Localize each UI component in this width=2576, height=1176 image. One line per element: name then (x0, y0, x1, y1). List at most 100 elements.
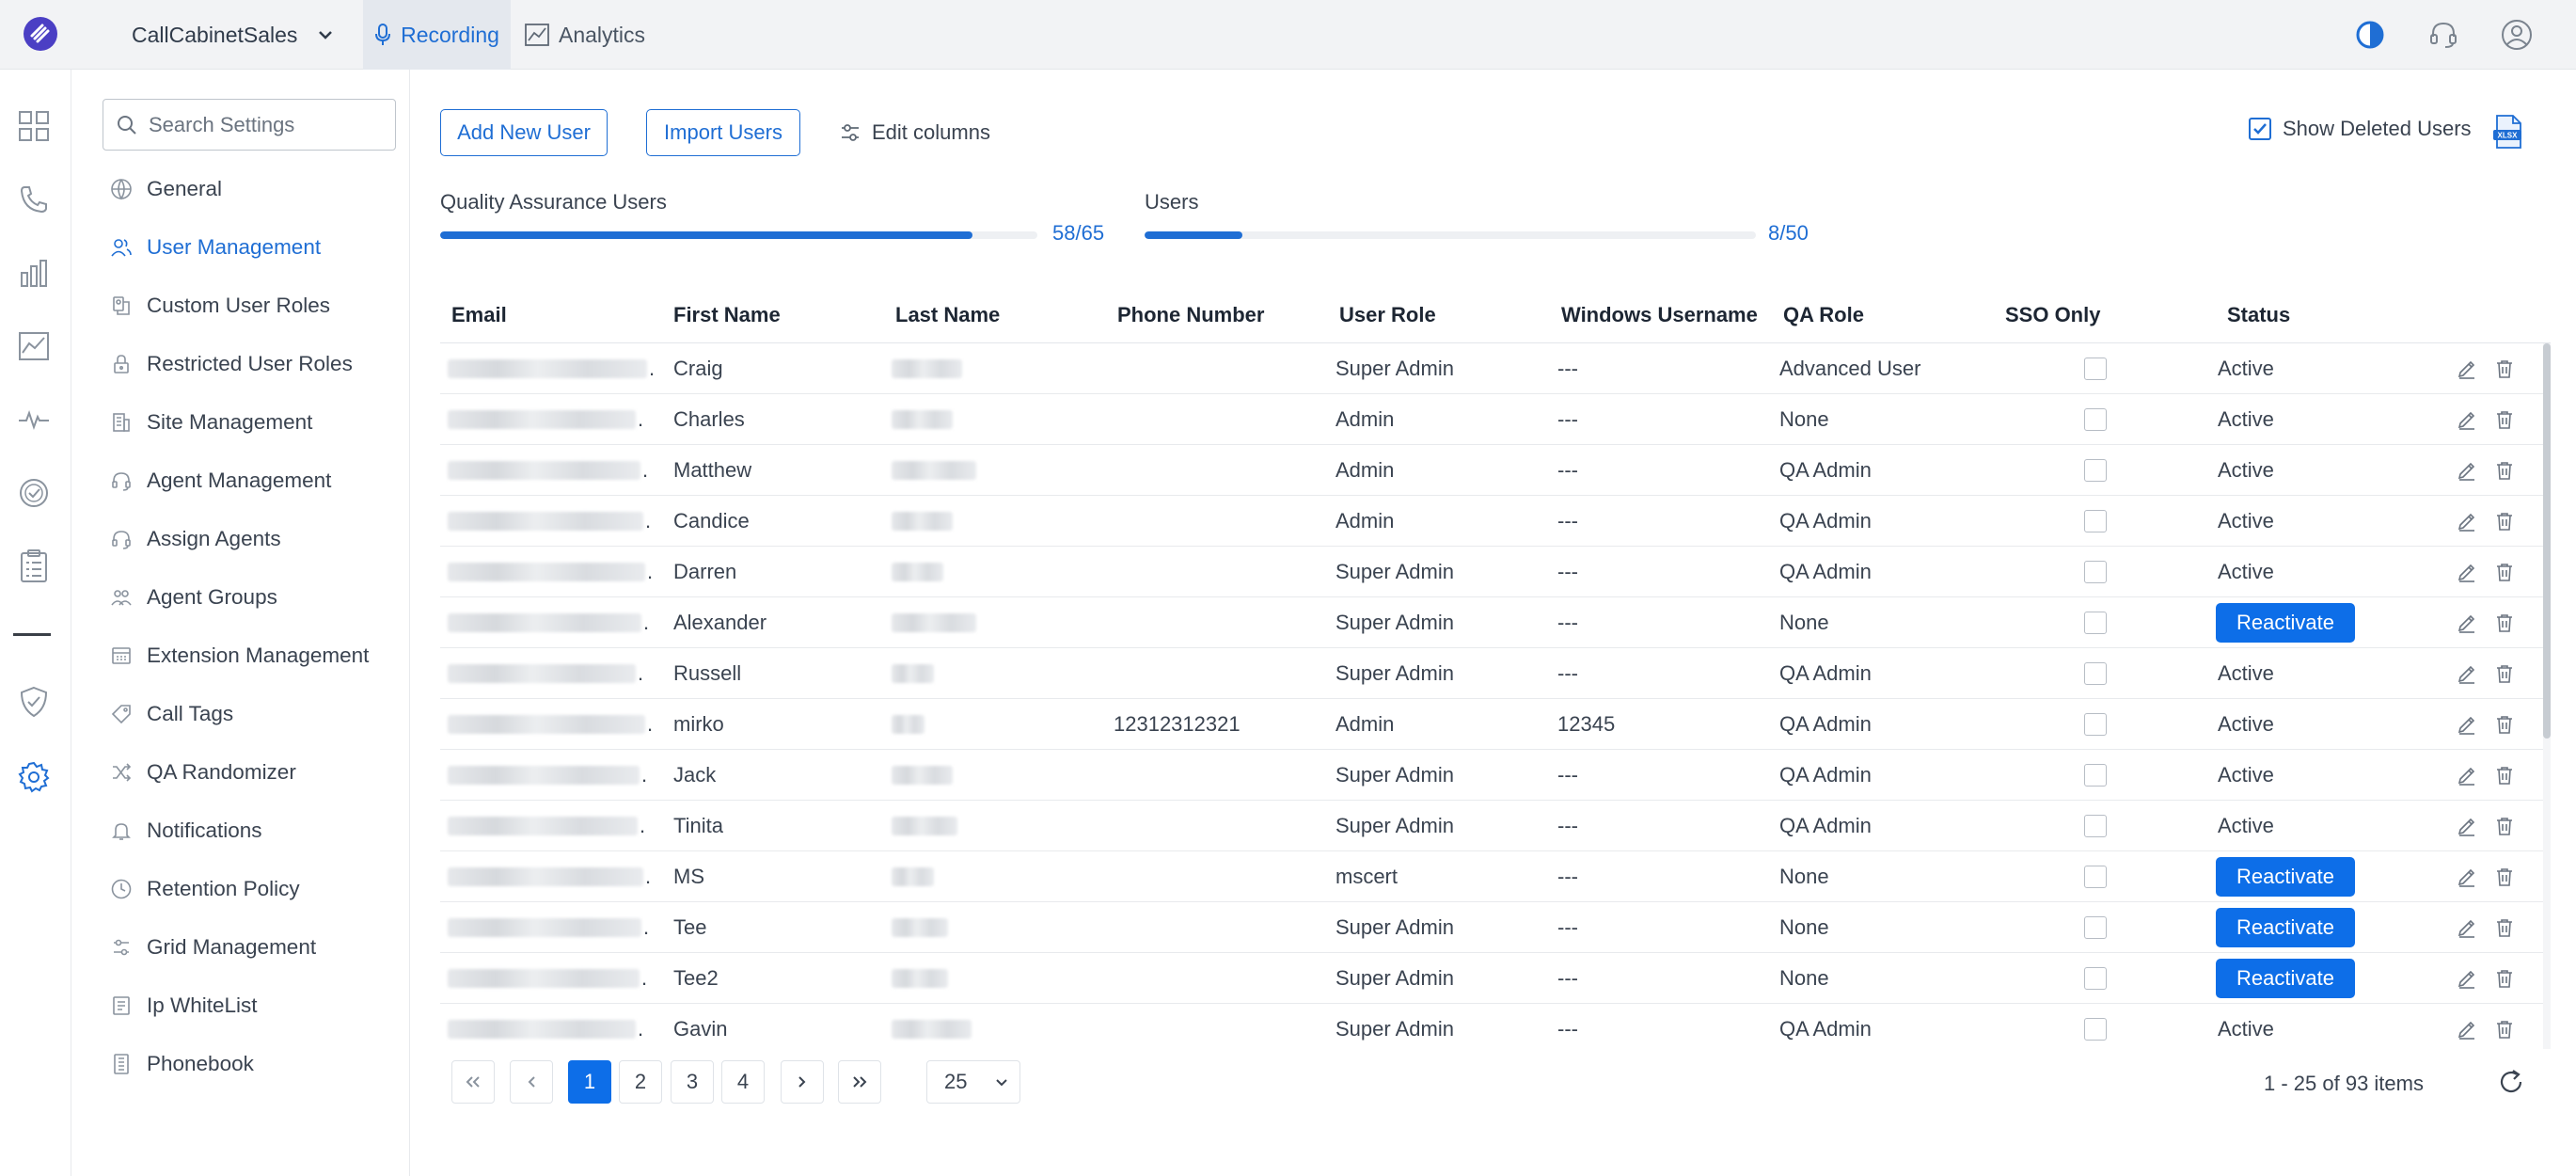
edit-pencil-icon[interactable] (2456, 815, 2478, 837)
settings-item-custom-user-roles[interactable]: Custom User Roles (109, 287, 330, 325)
column-header-sso-only[interactable]: SSO Only (2005, 287, 2100, 343)
bar-chart-icon[interactable] (15, 254, 53, 292)
settings-item-site-management[interactable]: Site Management (109, 404, 312, 441)
add-new-user-button[interactable]: Add New User (440, 109, 608, 156)
edit-pencil-icon[interactable] (2456, 916, 2478, 939)
delete-trash-icon[interactable] (2493, 1018, 2516, 1041)
edit-pencil-icon[interactable] (2456, 358, 2478, 380)
sso-only-checkbox[interactable] (2084, 612, 2107, 634)
column-header-email[interactable]: Email (451, 287, 507, 343)
first-page-button[interactable] (451, 1060, 495, 1104)
edit-pencil-icon[interactable] (2456, 561, 2478, 583)
xlsx-export-icon[interactable]: XLSX (2492, 114, 2524, 150)
table-row[interactable]: . Charles Admin --- None Active (440, 394, 2551, 445)
column-header-first-name[interactable]: First Name (673, 287, 781, 343)
settings-item-agent-management[interactable]: Agent Management (109, 462, 331, 500)
sso-only-checkbox[interactable] (2084, 662, 2107, 685)
delete-trash-icon[interactable] (2493, 662, 2516, 685)
edit-pencil-icon[interactable] (2456, 662, 2478, 685)
edit-pencil-icon[interactable] (2456, 459, 2478, 482)
clipboard-list-icon[interactable] (15, 548, 53, 585)
contrast-icon[interactable] (2351, 16, 2389, 54)
delete-trash-icon[interactable] (2493, 866, 2516, 888)
delete-trash-icon[interactable] (2493, 713, 2516, 736)
sso-only-checkbox[interactable] (2084, 815, 2107, 837)
search-settings[interactable] (103, 99, 396, 151)
dashboard-grid-icon[interactable] (15, 107, 53, 145)
settings-item-general[interactable]: General (109, 170, 222, 208)
delete-trash-icon[interactable] (2493, 764, 2516, 787)
table-row[interactable]: . Matthew Admin --- QA Admin Active (440, 445, 2551, 496)
shield-check-icon[interactable] (15, 683, 53, 721)
table-row[interactable]: . Craig Super Admin --- Advanced User Active (440, 343, 2551, 394)
sso-only-checkbox[interactable] (2084, 408, 2107, 431)
headset-icon[interactable] (2425, 16, 2462, 54)
delete-trash-icon[interactable] (2493, 358, 2516, 380)
sso-only-checkbox[interactable] (2084, 510, 2107, 532)
next-page-button[interactable] (781, 1060, 824, 1104)
last-page-button[interactable] (838, 1060, 881, 1104)
edit-columns-button[interactable]: Edit columns (840, 109, 990, 156)
edit-pencil-icon[interactable] (2456, 967, 2478, 990)
column-header-qa-role[interactable]: QA Role (1783, 287, 1864, 343)
check-circle-icon[interactable] (15, 474, 53, 512)
prev-page-button[interactable] (510, 1060, 553, 1104)
column-header-phone-number[interactable]: Phone Number (1117, 287, 1264, 343)
sso-only-checkbox[interactable] (2084, 358, 2107, 380)
reactivate-button[interactable]: Reactivate (2216, 857, 2355, 897)
sso-only-checkbox[interactable] (2084, 459, 2107, 482)
table-row[interactable]: . Gavin Super Admin --- QA Admin Active (440, 1004, 2551, 1049)
sso-only-checkbox[interactable] (2084, 916, 2107, 939)
delete-trash-icon[interactable] (2493, 510, 2516, 532)
app-logo-icon[interactable] (22, 15, 59, 53)
show-deleted-users-toggle[interactable]: Show Deleted Users (2249, 117, 2472, 141)
reactivate-button[interactable]: Reactivate (2216, 908, 2355, 947)
reactivate-button[interactable]: Reactivate (2216, 959, 2355, 998)
tab-analytics[interactable]: Analytics (525, 0, 645, 70)
edit-pencil-icon[interactable] (2456, 612, 2478, 634)
sso-only-checkbox[interactable] (2084, 866, 2107, 888)
settings-item-agent-groups[interactable]: Agent Groups (109, 579, 277, 616)
edit-pencil-icon[interactable] (2456, 510, 2478, 532)
delete-trash-icon[interactable] (2493, 408, 2516, 431)
page-number-button[interactable]: 2 (619, 1060, 662, 1104)
table-row[interactable]: . Candice Admin --- QA Admin Active (440, 496, 2551, 547)
table-scrollbar-thumb[interactable] (2543, 343, 2551, 739)
tenant-selector[interactable]: CallCabinetSales (132, 0, 333, 70)
column-header-status[interactable]: Status (2227, 287, 2290, 343)
settings-item-call-tags[interactable]: Call Tags (109, 695, 233, 733)
column-header-user-role[interactable]: User Role (1339, 287, 1436, 343)
edit-pencil-icon[interactable] (2456, 408, 2478, 431)
page-number-button[interactable]: 4 (721, 1060, 765, 1104)
edit-pencil-icon[interactable] (2456, 866, 2478, 888)
sso-only-checkbox[interactable] (2084, 713, 2107, 736)
table-row[interactable]: . mirko 12312312321 Admin 12345 QA Admin Activ… (440, 699, 2551, 750)
tab-recording[interactable]: Recording (363, 0, 511, 70)
table-row[interactable]: . Jack Super Admin --- QA Admin Active (440, 750, 2551, 801)
settings-item-notifications[interactable]: Notifications (109, 812, 262, 850)
table-row[interactable]: . Darren Super Admin --- QA Admin Active (440, 547, 2551, 597)
table-row[interactable]: . Tee2 Super Admin --- None Reactivate (440, 953, 2551, 1004)
table-scrollbar[interactable] (2543, 343, 2551, 1049)
edit-pencil-icon[interactable] (2456, 1018, 2478, 1041)
sso-only-checkbox[interactable] (2084, 764, 2107, 787)
table-row[interactable]: . Tee Super Admin --- None Reactivate (440, 902, 2551, 953)
settings-item-ip-whitelist[interactable]: Ip WhiteList (109, 987, 258, 1025)
table-row[interactable]: . Tinita Super Admin --- QA Admin Active (440, 801, 2551, 851)
edit-pencil-icon[interactable] (2456, 764, 2478, 787)
search-settings-input[interactable] (149, 112, 374, 137)
delete-trash-icon[interactable] (2493, 815, 2516, 837)
delete-trash-icon[interactable] (2493, 459, 2516, 482)
table-row[interactable]: . MS mscert --- None Reactivate (440, 851, 2551, 902)
settings-item-user-management[interactable]: User Management (109, 229, 321, 266)
sso-only-checkbox[interactable] (2084, 1018, 2107, 1041)
reactivate-button[interactable]: Reactivate (2216, 603, 2355, 643)
user-account-icon[interactable] (2498, 16, 2536, 54)
settings-item-qa-randomizer[interactable]: QA Randomizer (109, 754, 296, 791)
refresh-icon[interactable] (2497, 1068, 2525, 1096)
delete-trash-icon[interactable] (2493, 561, 2516, 583)
settings-item-assign-agents[interactable]: Assign Agents (109, 520, 281, 558)
import-users-button[interactable]: Import Users (646, 109, 800, 156)
settings-item-phonebook[interactable]: Phonebook (109, 1045, 254, 1083)
pulse-icon[interactable] (15, 401, 53, 438)
